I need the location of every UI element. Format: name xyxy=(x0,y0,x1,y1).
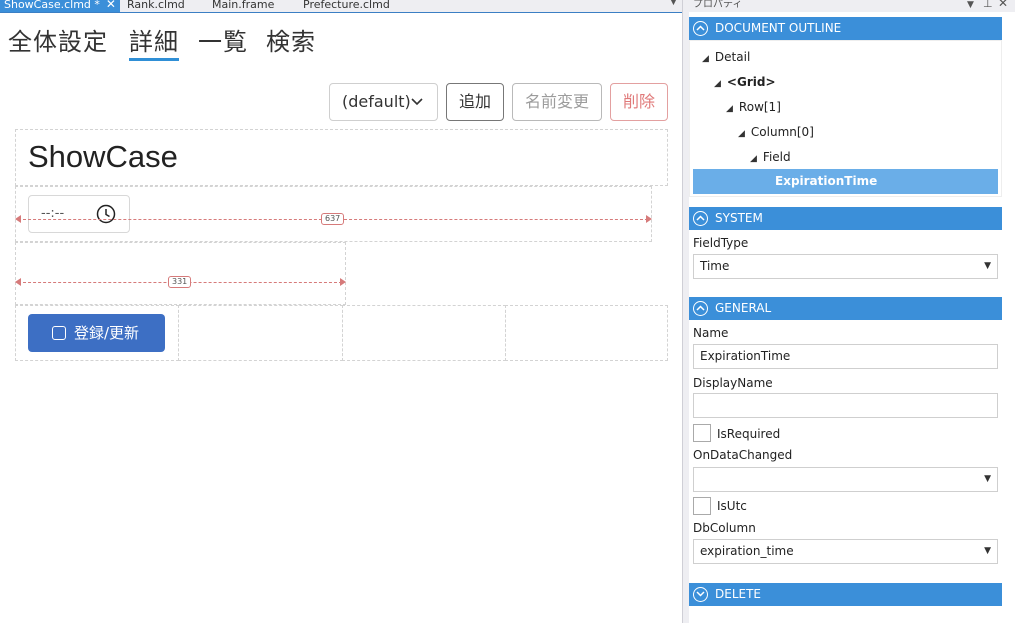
expand-triangle-icon[interactable]: ◢ xyxy=(750,154,757,164)
expand-triangle-icon[interactable]: ◢ xyxy=(714,79,721,89)
tab-prefecture[interactable]: Prefecture.clmd xyxy=(303,0,390,12)
nav-list[interactable]: 一覧 xyxy=(198,22,248,57)
nav-search[interactable]: 検索 xyxy=(266,22,316,57)
submit-button[interactable]: 登録/更新 xyxy=(28,314,165,352)
section-title: DOCUMENT OUTLINE xyxy=(715,21,842,35)
tab-main-frame[interactable]: Main.frame xyxy=(212,0,275,12)
tab-label: Prefecture.clmd xyxy=(303,0,390,11)
expand-triangle-icon[interactable]: ◢ xyxy=(726,104,733,114)
measure-arrow-right-icon xyxy=(340,278,346,286)
section-title: SYSTEM xyxy=(715,211,763,225)
rename-button[interactable]: 名前変更 xyxy=(512,83,602,121)
fieldtype-select[interactable]: Time ▼ xyxy=(693,254,998,279)
tab-label: Rank.clmd xyxy=(127,0,185,11)
clock-icon[interactable] xyxy=(96,204,116,224)
pin-icon[interactable]: ⊥ xyxy=(983,0,993,9)
measure-arrow-left-icon xyxy=(15,278,21,286)
layout-select-value: (default) xyxy=(342,92,411,111)
document-tab-bar: ShowCase.clmd * ✕ Rank.clmd Main.frame Pr… xyxy=(0,0,682,13)
dbcolumn-label: DbColumn xyxy=(693,521,756,535)
outline-label: Field xyxy=(762,150,791,164)
isrequired-label: IsRequired xyxy=(717,427,781,441)
section-title: DELETE xyxy=(715,587,762,601)
dropdown-arrow-icon[interactable]: ▼ xyxy=(967,0,974,10)
expand-circle-icon xyxy=(693,587,708,602)
button-cell-2 xyxy=(178,305,343,361)
document-outline-header[interactable]: DOCUMENT OUTLINE xyxy=(689,17,1002,40)
width-badge: 637 xyxy=(321,213,345,225)
name-input[interactable]: ExpirationTime xyxy=(693,344,998,369)
ondatachanged-label: OnDataChanged xyxy=(693,448,793,462)
delete-button[interactable]: 削除 xyxy=(610,83,668,121)
tab-list-dropdown-icon[interactable]: ▼ xyxy=(670,0,677,7)
outline-item[interactable]: ◢ Column[0] xyxy=(738,125,814,139)
close-icon[interactable]: ✕ xyxy=(106,0,116,11)
dropdown-arrow-icon: ▼ xyxy=(984,546,991,556)
properties-title: プロパティ xyxy=(693,0,743,10)
tab-showcase[interactable]: ShowCase.clmd * ✕ xyxy=(0,0,120,12)
nav-global-settings[interactable]: 全体設定 xyxy=(8,22,108,57)
outline-label: ExpirationTime xyxy=(775,174,878,188)
field-row-2 xyxy=(15,242,346,305)
fieldtype-label: FieldType xyxy=(693,236,749,250)
outline-label: <Grid> xyxy=(726,75,776,89)
width-badge: 331 xyxy=(168,276,192,288)
collapse-circle-icon xyxy=(693,21,708,36)
fieldtype-value: Time xyxy=(700,259,730,273)
isrequired-checkbox[interactable] xyxy=(693,424,711,442)
isutc-checkbox[interactable] xyxy=(693,497,711,515)
section-title: GENERAL xyxy=(715,301,772,315)
outline-item[interactable]: ◢ Row[1] xyxy=(726,100,781,114)
delete-section-header[interactable]: DELETE xyxy=(689,583,1002,606)
system-section-header[interactable]: SYSTEM xyxy=(689,207,1002,230)
ondatachanged-select[interactable]: ▼ xyxy=(693,467,998,492)
outline-item-selected[interactable]: ExpirationTime xyxy=(693,169,998,194)
dbcolumn-value: expiration_time xyxy=(700,544,794,558)
properties-title-bar: プロパティ ▼ ⊥ ✕ xyxy=(689,0,1015,12)
layout-select[interactable]: (default) xyxy=(329,83,438,121)
measure-arrow-right-icon xyxy=(646,215,652,223)
form-title: ShowCase xyxy=(28,139,178,174)
name-value: ExpirationTime xyxy=(700,349,791,363)
time-input[interactable]: --:-- xyxy=(28,195,130,233)
tab-rank[interactable]: Rank.clmd xyxy=(127,0,185,12)
outline-item[interactable]: ◢ <Grid> xyxy=(714,75,776,89)
tab-label: Main.frame xyxy=(212,0,275,11)
outline-label: Row[1] xyxy=(738,100,781,114)
dropdown-arrow-icon: ▼ xyxy=(984,474,991,484)
measure-arrow-left-icon xyxy=(15,215,21,223)
dbcolumn-select[interactable]: expiration_time ▼ xyxy=(693,539,998,564)
expand-triangle-icon[interactable]: ◢ xyxy=(702,54,709,64)
displayname-input[interactable] xyxy=(693,393,998,418)
expand-triangle-icon[interactable]: ◢ xyxy=(738,129,745,139)
square-icon xyxy=(52,326,66,340)
name-label: Name xyxy=(693,326,729,340)
outline-label: Detail xyxy=(714,50,751,64)
vertical-scrollbar[interactable] xyxy=(682,0,683,623)
displayname-label: DisplayName xyxy=(693,376,773,390)
add-button[interactable]: 追加 xyxy=(446,83,504,121)
outline-label: Column[0] xyxy=(750,125,814,139)
button-cell-3 xyxy=(342,305,506,361)
tab-label: ShowCase.clmd * xyxy=(4,0,100,11)
outline-item[interactable]: ◢ Detail xyxy=(702,50,750,64)
nav-detail[interactable]: 詳細 xyxy=(129,22,179,61)
isutc-label: IsUtc xyxy=(717,499,747,513)
chevron-down-icon xyxy=(411,98,423,106)
collapse-circle-icon xyxy=(693,211,708,226)
button-cell-4 xyxy=(505,305,668,361)
general-section-header[interactable]: GENERAL xyxy=(689,297,1002,320)
outline-item[interactable]: ◢ Field xyxy=(750,150,791,164)
collapse-circle-icon xyxy=(693,301,708,316)
panel-splitter[interactable] xyxy=(682,0,689,623)
submit-button-label: 登録/更新 xyxy=(74,324,140,342)
dropdown-arrow-icon: ▼ xyxy=(984,261,991,271)
close-icon[interactable]: ✕ xyxy=(998,0,1008,9)
